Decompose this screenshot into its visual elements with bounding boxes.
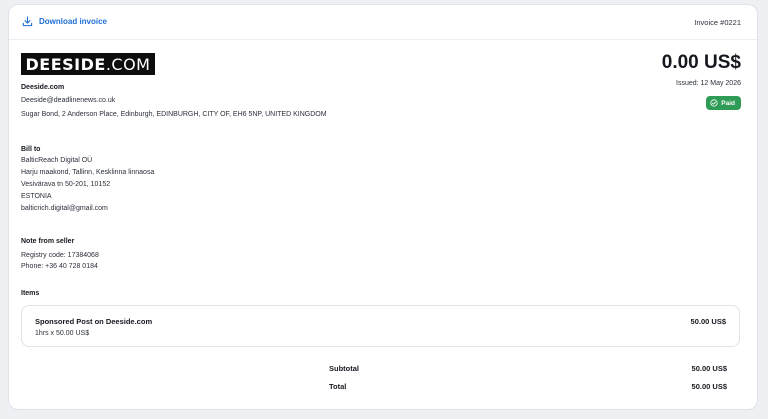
item-quantity: 1hrs x 50.00 US$: [35, 330, 90, 337]
download-invoice-button[interactable]: Download invoice: [22, 16, 107, 27]
item-name: Sponsored Post on Deeside.com: [35, 317, 153, 326]
note-heading: Note from seller: [21, 238, 75, 245]
status-badge: Paid: [706, 96, 741, 110]
check-circle-icon: [710, 99, 718, 107]
logo-text-rest: .COM: [105, 54, 151, 74]
seller-address: Sugar Bond, 2 Anderson Place, Edinburgh,…: [21, 111, 327, 118]
download-invoice-label: Download invoice: [39, 17, 108, 26]
invoice-card: Download invoice Invoice #0221 DEESIDE .C…: [8, 4, 758, 410]
invoice-number: Invoice #0221: [694, 18, 741, 27]
status-label: Paid: [721, 99, 735, 107]
logo-text-bold: DEESIDE: [25, 54, 106, 74]
line-item: Sponsored Post on Deeside.com 1hrs x 50.…: [21, 305, 740, 347]
bill-to-line: Harju maakond, Tallinn, Kesklinna linnao…: [21, 169, 155, 176]
bill-to-line: BalticReach Digital OÜ: [21, 157, 93, 164]
seller-email: Deeside@deadlinenews.co.uk: [21, 97, 116, 104]
bill-to-email: balticrich.digital@gmail.com: [21, 205, 108, 212]
seller-name: Deeside.com: [21, 84, 65, 91]
seller-logo: DEESIDE .COM: [21, 53, 155, 75]
bill-to-line: ESTONIA: [21, 193, 52, 200]
subtotal-value: 50.00 US$: [691, 364, 727, 373]
subtotal-label: Subtotal: [329, 364, 359, 373]
issued-date: Issued: 12 May 2026: [676, 80, 741, 87]
note-line: Registry code: 17384068: [21, 252, 99, 259]
total-value: 50.00 US$: [691, 382, 727, 391]
bill-to-heading: Bill to: [21, 146, 41, 153]
invoice-amount: 0.00 US$: [661, 52, 741, 73]
bill-to-line: Vesivärava tn 50-201, 10152: [21, 181, 111, 188]
total-label: Total: [329, 382, 347, 391]
note-line: Phone: +36 40 728 0184: [21, 263, 98, 270]
items-heading: Items: [21, 290, 40, 297]
invoice-toolbar: Download invoice Invoice #0221: [9, 5, 757, 40]
item-price: 50.00 US$: [690, 317, 726, 326]
download-icon: [22, 16, 33, 27]
